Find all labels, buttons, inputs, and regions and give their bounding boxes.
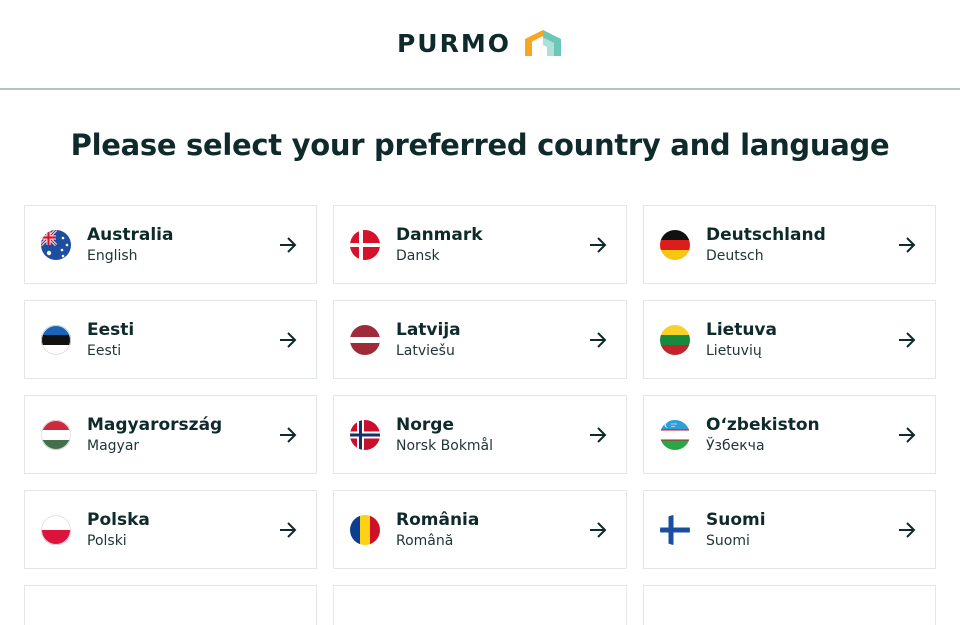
country-card-australia[interactable]: Australia English: [24, 205, 317, 284]
logo-wordmark: PURMO: [396, 28, 511, 58]
arrow-right-icon: [280, 331, 297, 348]
language-name: Dansk: [396, 248, 440, 264]
country-grid: Australia English Danmark Dansk Deutschl…: [24, 205, 936, 625]
language-name: Magyar: [87, 438, 140, 454]
language-name: Eesti: [87, 343, 122, 359]
language-name: Ўзбекча: [706, 438, 765, 454]
country-card-deutschland[interactable]: Deutschland Deutsch: [643, 205, 936, 284]
country-name: România: [396, 510, 480, 530]
norway-flag-icon: [350, 419, 380, 450]
arrow-right-icon: [899, 426, 916, 443]
site-header: PURMO: [0, 0, 960, 90]
arrow-right-icon: [899, 521, 916, 538]
country-name: Magyarország: [87, 415, 223, 435]
arrow-right-icon: [899, 331, 916, 348]
language-name: Polski: [87, 533, 127, 549]
arrow-right-icon: [280, 521, 297, 538]
finland-flag-icon: [660, 514, 690, 545]
country-card-danmark[interactable]: Danmark Dansk: [333, 205, 627, 284]
lithuania-flag-icon: [660, 324, 690, 355]
country-name: Suomi: [706, 510, 766, 530]
arrow-right-icon: [590, 426, 607, 443]
language-name: Lietuvių: [706, 343, 762, 359]
country-name: Norge: [396, 415, 454, 435]
country-name: Danmark: [396, 225, 483, 245]
australia-flag-icon: [41, 229, 71, 260]
arrow-right-icon: [590, 236, 607, 253]
germany-flag-icon: [660, 229, 690, 260]
denmark-flag-icon: [350, 229, 380, 260]
estonia-flag-icon: [41, 324, 71, 355]
country-card-eesti[interactable]: Eesti Eesti: [24, 300, 317, 379]
country-card-partial[interactable]: [24, 585, 317, 625]
country-card-ozbekiston[interactable]: Oʻzbekiston Ўзбекча: [643, 395, 936, 474]
language-name: Deutsch: [706, 248, 764, 264]
arrow-right-icon: [899, 236, 916, 253]
language-name: Română: [396, 533, 454, 549]
purmo-logo[interactable]: PURMO: [397, 28, 563, 58]
country-card-partial[interactable]: [333, 585, 627, 625]
country-card-polska[interactable]: Polska Polski: [24, 490, 317, 569]
poland-flag-icon: [41, 514, 71, 545]
country-name: Latvija: [396, 320, 461, 340]
country-card-lietuva[interactable]: Lietuva Lietuvių: [643, 300, 936, 379]
arrow-right-icon: [280, 426, 297, 443]
language-name: English: [87, 248, 138, 264]
country-name: Australia: [87, 225, 174, 245]
country-name: Deutschland: [706, 225, 826, 245]
latvia-flag-icon: [350, 324, 380, 355]
country-card-magyarorszag[interactable]: Magyarország Magyar: [24, 395, 317, 474]
romania-flag-icon: [350, 514, 380, 545]
page-title: Please select your preferred country and…: [70, 128, 890, 162]
country-card-romania[interactable]: România Română: [333, 490, 627, 569]
hungary-flag-icon: [41, 419, 71, 450]
country-card-norge[interactable]: Norge Norsk Bokmål: [333, 395, 627, 474]
uzbekistan-flag-icon: [660, 419, 690, 450]
country-name: Lietuva: [706, 320, 777, 340]
house-logo-icon: [525, 30, 561, 56]
language-name: Suomi: [706, 533, 750, 549]
country-card-latvija[interactable]: Latvija Latviešu: [333, 300, 627, 379]
arrow-right-icon: [590, 331, 607, 348]
arrow-right-icon: [280, 236, 297, 253]
country-name: Oʻzbekiston: [706, 415, 820, 435]
country-card-partial[interactable]: [643, 585, 936, 625]
country-name: Polska: [87, 510, 150, 530]
language-name: Latviešu: [396, 343, 455, 359]
language-name: Norsk Bokmål: [396, 438, 494, 454]
arrow-right-icon: [590, 521, 607, 538]
country-card-suomi[interactable]: Suomi Suomi: [643, 490, 936, 569]
country-name: Eesti: [87, 320, 135, 340]
